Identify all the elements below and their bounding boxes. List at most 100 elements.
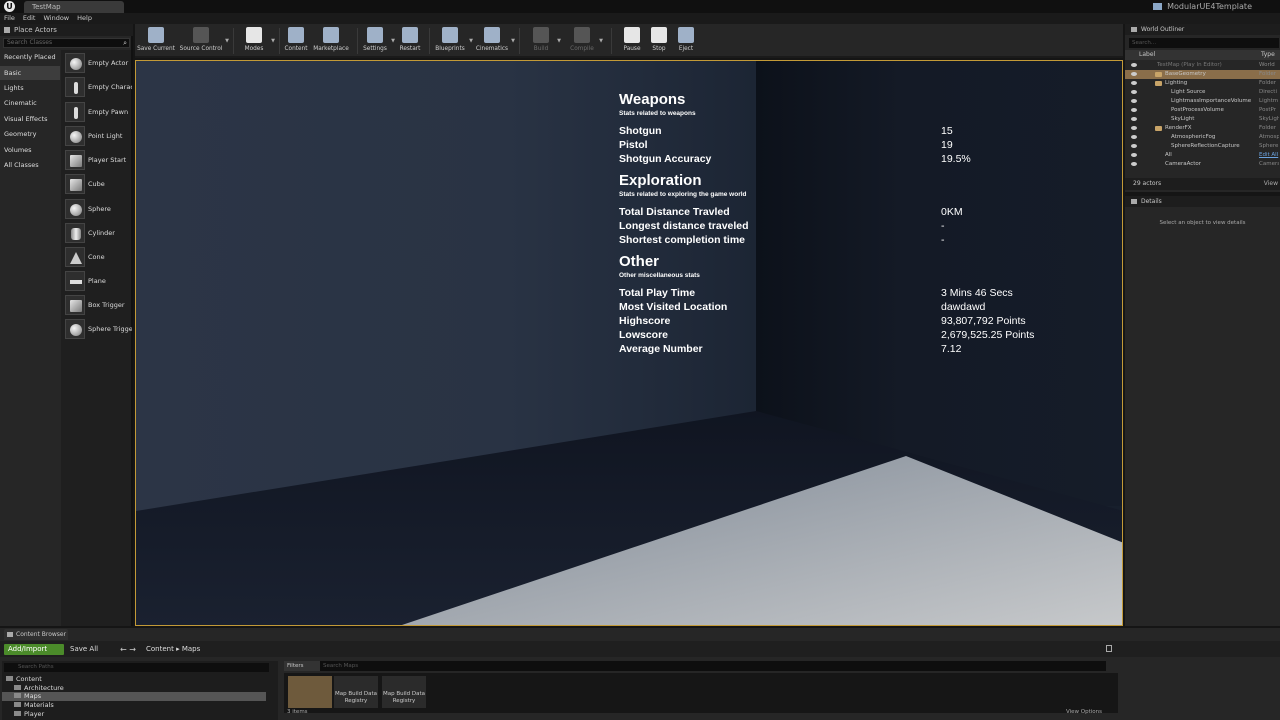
eye-icon[interactable] — [1131, 63, 1137, 67]
world-outliner-tab[interactable]: World Outliner — [1125, 24, 1280, 35]
outliner-row[interactable]: Light Source Directi — [1125, 88, 1280, 97]
details-tab[interactable]: Details — [1125, 196, 1280, 207]
menu-window[interactable]: Window — [39, 13, 73, 24]
breadcrumb-maps[interactable]: Maps — [182, 645, 200, 653]
menu-edit[interactable]: Edit — [19, 13, 40, 24]
chevron-down-icon[interactable]: ▼ — [271, 38, 275, 44]
modes-button[interactable]: Modes ▼ — [239, 24, 275, 58]
chevron-down-icon[interactable]: ▼ — [469, 38, 473, 44]
actor-cylinder[interactable]: Cylinder — [63, 222, 131, 244]
view-options-button[interactable]: View Options — [1066, 709, 1102, 715]
eye-icon[interactable] — [1131, 144, 1137, 148]
source-control-button[interactable]: Source Control ▼ — [179, 24, 229, 58]
level-tab[interactable]: TestMap — [24, 1, 124, 13]
menu-help[interactable]: Help — [73, 13, 96, 24]
place-actors-tab[interactable]: Place Actors — [0, 24, 133, 36]
eye-icon[interactable] — [1131, 162, 1137, 166]
actor-plane[interactable]: Plane — [63, 270, 131, 292]
tree-item-player[interactable]: Player — [14, 710, 44, 719]
breadcrumb-content[interactable]: Content — [146, 645, 174, 653]
filters-button[interactable]: Filters — [284, 661, 320, 671]
settings-button[interactable]: Settings ▼ — [361, 24, 395, 58]
outliner-row[interactable]: SkyLight SkyLigh — [1125, 115, 1280, 124]
cinematics-button[interactable]: Cinematics ▼ — [475, 24, 515, 58]
save-all-button[interactable]: Save All — [70, 644, 98, 655]
category-basic[interactable]: Basic — [0, 66, 60, 80]
edit-all-link[interactable]: Edit All — [1259, 151, 1279, 160]
actor-cube[interactable]: Cube — [63, 173, 131, 195]
pause-button[interactable]: Pause — [619, 24, 645, 58]
eye-icon[interactable] — [1131, 153, 1137, 157]
unreal-logo-icon[interactable]: U — [4, 1, 15, 12]
actor-sphere-trigger[interactable]: Sphere Trigge — [63, 318, 132, 340]
save-current-button[interactable]: Save Current — [137, 24, 175, 58]
outliner-row[interactable]: AtmosphericFog Atmosp — [1125, 133, 1280, 142]
asset-tile-map-build-data[interactable]: Map Build Data Registry — [382, 676, 426, 708]
category-geometry[interactable]: Geometry — [0, 127, 60, 141]
asset-tile-map-build-data[interactable]: Map Build Data Registry — [334, 676, 378, 708]
restart-button[interactable]: Restart — [397, 24, 423, 58]
compile-button[interactable]: Compile ▼ — [567, 24, 603, 58]
actor-empty-actor[interactable]: Empty Actor — [63, 52, 131, 74]
outliner-row[interactable]: LightmassImportanceVolume Lightm — [1125, 97, 1280, 106]
add-import-button[interactable]: Add/Import — [4, 644, 64, 655]
content-button[interactable]: Content — [283, 24, 309, 58]
outliner-row[interactable]: CameraActor Camera — [1125, 160, 1280, 169]
outliner-row[interactable]: SphereReflectionCapture Sphere — [1125, 142, 1280, 151]
category-cinematic[interactable]: Cinematic — [0, 96, 60, 110]
outliner-search-input[interactable]: Search... — [1129, 38, 1279, 48]
actor-sphere[interactable]: Sphere — [63, 198, 131, 220]
chevron-down-icon[interactable]: ▼ — [391, 38, 395, 44]
back-arrow-icon[interactable]: ← — [120, 645, 127, 654]
category-recently-placed[interactable]: Recently Placed — [0, 50, 60, 64]
eject-button[interactable]: Eject — [673, 24, 699, 58]
forward-arrow-icon[interactable]: → — [129, 645, 136, 654]
category-lights[interactable]: Lights — [0, 81, 60, 95]
category-all-classes[interactable]: All Classes — [0, 158, 60, 172]
actor-box-trigger[interactable]: Box Trigger — [63, 294, 131, 316]
marketplace-button[interactable]: Marketplace — [313, 24, 349, 58]
column-type[interactable]: Type — [1261, 50, 1275, 60]
search-maps-input[interactable]: Search Maps — [320, 661, 1106, 671]
category-visual-effects[interactable]: Visual Effects — [0, 112, 60, 126]
eye-icon[interactable] — [1131, 72, 1137, 76]
outliner-row[interactable]: PostProcessVolume PostPr — [1125, 106, 1280, 115]
outliner-row[interactable]: BaseGeometry Folder — [1125, 70, 1280, 80]
tree-item-content[interactable]: Content — [6, 675, 42, 684]
eye-icon[interactable] — [1131, 99, 1137, 103]
tree-item-materials[interactable]: Materials — [14, 701, 54, 710]
outliner-view-options[interactable]: View — [1264, 178, 1278, 190]
eye-icon[interactable] — [1131, 117, 1137, 121]
outliner-row[interactable]: All Edit All — [1125, 151, 1280, 160]
column-label[interactable]: Label — [1139, 50, 1155, 60]
eye-icon[interactable] — [1131, 126, 1137, 130]
menu-file[interactable]: File — [0, 13, 19, 24]
eye-icon[interactable] — [1131, 135, 1137, 139]
chevron-down-icon[interactable]: ▼ — [557, 38, 561, 44]
asset-tile-map[interactable] — [288, 676, 332, 708]
actor-point-light[interactable]: Point Light — [63, 125, 131, 147]
chevron-down-icon[interactable]: ▼ — [599, 38, 603, 44]
chevron-down-icon[interactable]: ▼ — [511, 38, 515, 44]
actor-cone[interactable]: Cone — [63, 246, 131, 268]
tree-item-maps[interactable]: Maps — [2, 692, 266, 701]
outliner-row[interactable]: Lighting Folder — [1125, 79, 1280, 88]
blueprints-button[interactable]: Blueprints ▼ — [433, 24, 473, 58]
outliner-row[interactable]: TestMap (Play In Editor) World — [1125, 61, 1280, 70]
chevron-down-icon[interactable]: ▼ — [225, 38, 229, 44]
search-paths-input[interactable]: Search Paths — [4, 663, 269, 672]
outliner-row[interactable]: RenderFX Folder — [1125, 124, 1280, 133]
actor-player-start[interactable]: Player Start — [63, 149, 131, 171]
eye-icon[interactable] — [1131, 108, 1137, 112]
search-classes-input[interactable]: Search Classes ⌕ — [3, 38, 130, 48]
eye-icon[interactable] — [1131, 81, 1137, 85]
content-browser-tab[interactable]: Content Browser — [4, 629, 68, 640]
eye-icon[interactable] — [1131, 90, 1137, 94]
stop-button[interactable]: Stop — [647, 24, 671, 58]
category-volumes[interactable]: Volumes — [0, 143, 60, 157]
actor-empty-pawn[interactable]: Empty Pawn — [63, 101, 131, 123]
build-button[interactable]: Build ▼ — [527, 24, 561, 58]
actor-empty-character[interactable]: Empty Charac — [63, 76, 132, 98]
level-viewport[interactable]: Weapons Stats related to weapons Shotgun… — [135, 60, 1123, 626]
lock-icon[interactable] — [1106, 645, 1112, 652]
